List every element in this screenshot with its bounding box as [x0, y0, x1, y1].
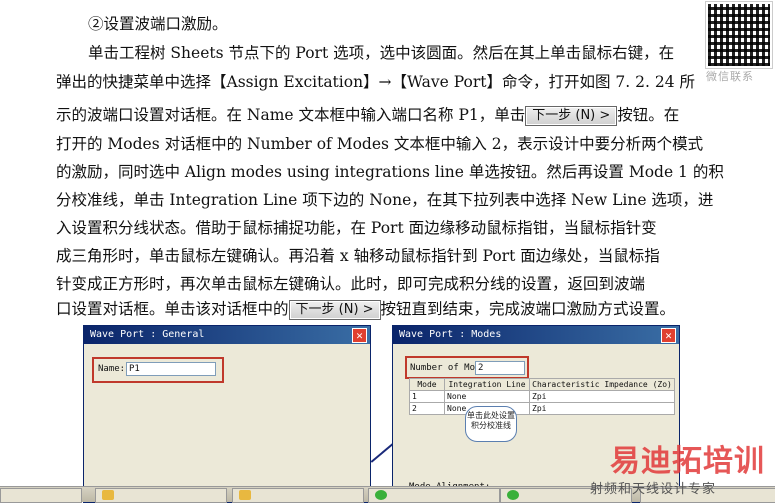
- cell: 1: [409, 390, 445, 403]
- text-line: 针变成正方形时，再次单击鼠标左键确认。此时，即可完成积分线的设置，返回到波端: [56, 275, 646, 293]
- text-line: 分校准线，单击 Integration Line 项下边的 None，在其下拉列…: [56, 191, 714, 209]
- text-line: 打开的 Modes 对话框中的 Number of Modes 文本框中输入 2…: [56, 135, 704, 153]
- dialog-title: Wave Port : General: [90, 329, 205, 340]
- app-icon: [507, 490, 519, 500]
- next-button-image: 下一步 (N) >: [288, 300, 381, 320]
- app-icon: [375, 490, 387, 500]
- col-header: Integration Line: [444, 378, 530, 391]
- modes-table: Mode Integration Line Characteristic Imp…: [409, 378, 675, 415]
- watermark-sub: 射频和天线设计专家: [590, 482, 717, 497]
- name-label: Name:: [98, 364, 126, 374]
- callout-bubble: 单击此处设置积分校准线: [465, 406, 517, 442]
- text-span: 按钮直到结束，完成波端口激励方式设置。: [380, 300, 676, 318]
- integration-line-cell[interactable]: None: [444, 390, 530, 403]
- dialog-titlebar: Wave Port : Modes ✕: [393, 326, 679, 344]
- text-line: 单击工程树 Sheets 节点下的 Port 选项，选中该圆面。然后在其上单击鼠…: [88, 44, 675, 62]
- dialog-title: Wave Port : Modes: [399, 329, 502, 340]
- wave-port-general-dialog: Wave Port : General ✕ Name: P1: [83, 325, 371, 503]
- dialog-titlebar: Wave Port : General ✕: [84, 326, 370, 344]
- table-row[interactable]: 1 None Zpi: [409, 390, 675, 403]
- text-line: 入设置积分线状态。借助于鼠标捕捉功能，在 Port 面边缘移动鼠标指钳，当鼠标指…: [56, 219, 657, 237]
- num-modes-input[interactable]: 2: [475, 361, 525, 375]
- text-line: 的激励，同时选中 Align modes using integrations …: [56, 163, 724, 181]
- step-heading: ②设置波端口激励。: [88, 15, 228, 33]
- text-line: 弹出的快捷菜单中选择【Assign Excitation】→【Wave Port…: [56, 73, 696, 91]
- text-span: 口设置对话框。单击该对话框中的: [56, 300, 289, 318]
- folder-icon: [239, 490, 251, 500]
- close-icon[interactable]: ✕: [352, 328, 367, 343]
- name-input[interactable]: P1: [126, 362, 216, 376]
- text-span: 按钮。在: [617, 106, 680, 124]
- cell: Zpi: [529, 390, 675, 403]
- cell: Zpi: [529, 402, 675, 415]
- text-span: 示的波端口设置对话框。在 Name 文本框中输入端口名称 P1，单击: [56, 106, 526, 124]
- table-row[interactable]: 2 None Zpi: [409, 402, 675, 415]
- arrow-icon: [370, 443, 394, 463]
- folder-icon: [102, 490, 114, 500]
- close-icon[interactable]: ✕: [661, 328, 676, 343]
- text-line: 成三角形时，单击鼠标左键确认。再沿着 x 轴移动鼠标指针到 Port 面边缘处，…: [56, 247, 660, 265]
- text-line: 示的波端口设置对话框。在 Name 文本框中输入端口名称 P1，单击 下一步 (N…: [56, 103, 775, 126]
- next-button-image: 下一步 (N) >: [525, 106, 618, 126]
- cell: 2: [409, 402, 445, 415]
- col-header: Mode: [409, 378, 445, 391]
- watermark-logo: 易迪拓培训: [610, 444, 765, 479]
- col-header: Characteristic Impedance (Zo): [529, 378, 675, 391]
- text-line: 口设置对话框。单击该对话框中的 下一步 (N) > 按钮直到结束，完成波端口激励方式…: [56, 297, 775, 320]
